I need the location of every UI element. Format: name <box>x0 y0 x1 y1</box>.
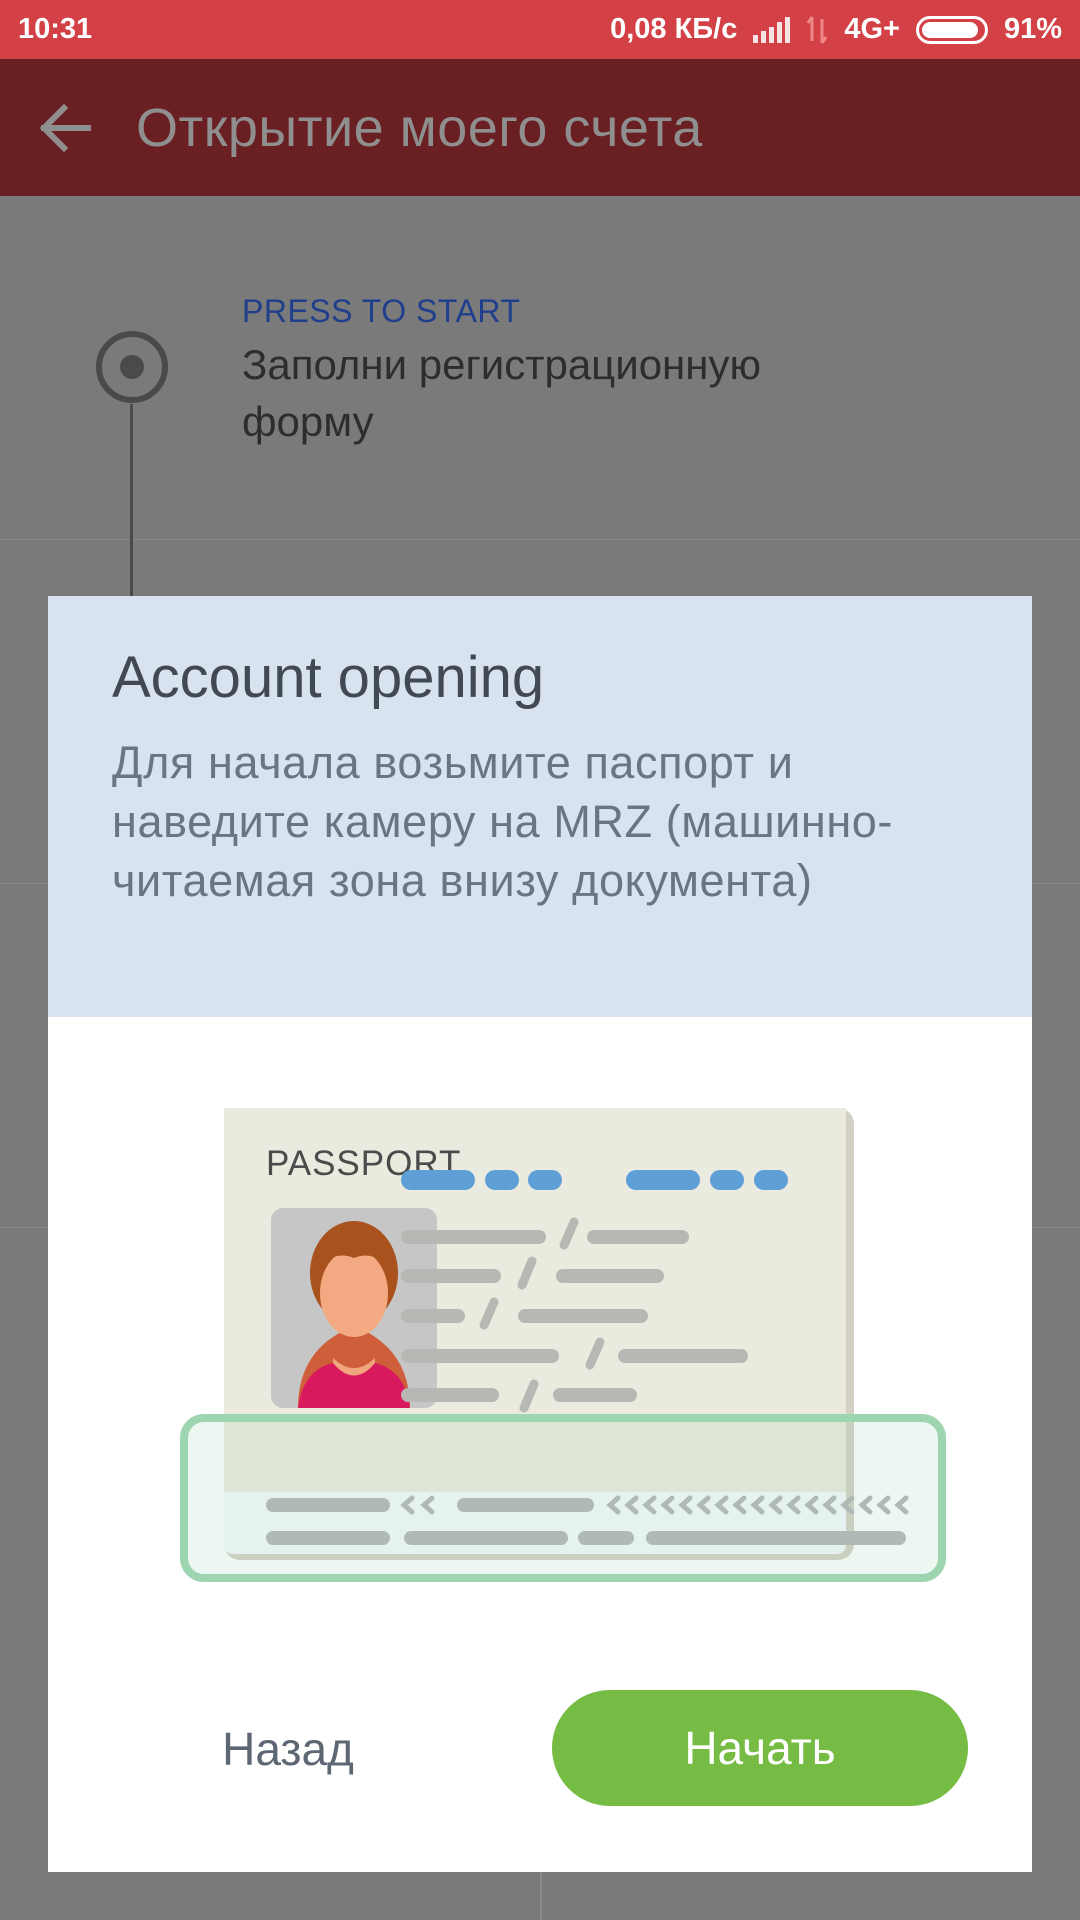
data-transfer-icon <box>807 15 828 44</box>
status-time: 10:31 <box>18 13 93 45</box>
network-type: 4G+ <box>844 13 900 45</box>
arrow-left-icon[interactable] <box>34 97 96 159</box>
signal-icon <box>753 16 791 43</box>
step-radio-icon <box>96 331 168 403</box>
status-right: 0,08 КБ/с 4G+ 91% <box>610 13 1062 46</box>
battery-icon <box>915 15 988 44</box>
step-hint: PRESS TO START <box>242 293 521 329</box>
battery-level: 91% <box>1003 13 1062 45</box>
mrz-highlight-frame <box>180 1414 946 1582</box>
account-opening-dialog: Account opening Для начала возьмите пасп… <box>48 596 1032 1872</box>
start-button[interactable]: Начать <box>552 1690 968 1806</box>
divider <box>540 1870 542 1920</box>
page-title: Открытие моего счета <box>136 97 703 158</box>
step-label: Заполни регистрационную форму <box>242 341 761 445</box>
network-speed: 0,08 КБ/с <box>610 13 738 45</box>
dialog-title: Account opening <box>112 645 545 710</box>
status-bar: 10:31 0,08 КБ/с 4G+ 91% <box>0 0 1080 59</box>
passport-illustration: PASSPORT <box>180 1108 946 1582</box>
dialog-message: Для начала возьмите паспорт и наведите к… <box>112 737 893 906</box>
back-button[interactable]: Назад <box>208 1691 368 1807</box>
app-bar: Открытие моего счета <box>0 59 1080 196</box>
dialog-header: Account opening Для начала возьмите пасп… <box>48 596 1032 1017</box>
